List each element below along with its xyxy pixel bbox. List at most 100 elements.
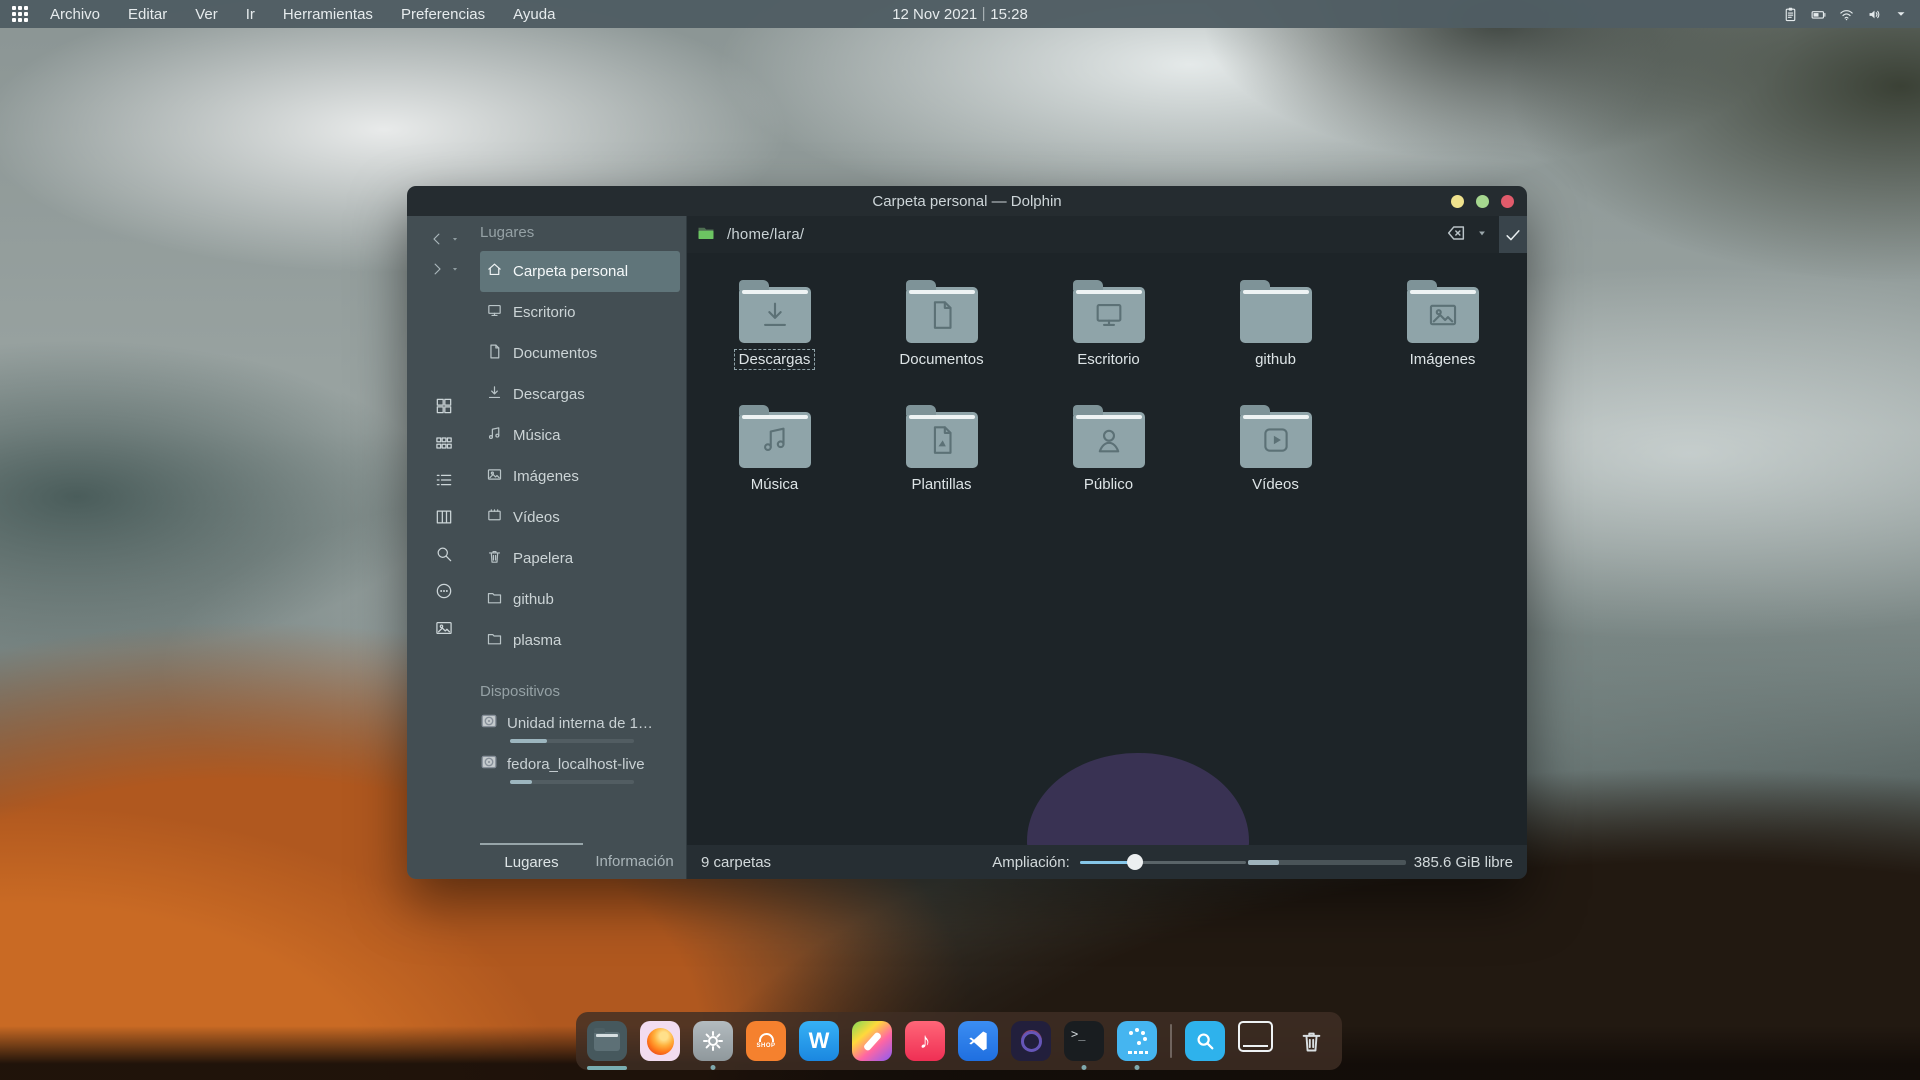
columns-view-icon[interactable] [434, 507, 454, 527]
dock-blue-dots-app-icon[interactable] [1117, 1021, 1157, 1061]
folder-item-documentos[interactable]: Documentos [858, 279, 1025, 398]
sidebar-item-escritorio[interactable]: Escritorio [480, 292, 680, 333]
free-space-bar [1248, 860, 1406, 865]
folder-item-escritorio[interactable]: Escritorio [1025, 279, 1192, 398]
dock-terminal-icon[interactable]: >_ [1064, 1021, 1104, 1061]
places-header: Lugares [480, 224, 686, 241]
sidebar-item-label: plasma [513, 632, 561, 649]
volume-icon[interactable] [1866, 6, 1883, 23]
apps-grid-icon[interactable] [12, 6, 28, 22]
device-item[interactable]: Unidad interna de 1… [480, 710, 686, 743]
sidebar-item-plasma[interactable]: plasma [480, 620, 680, 661]
folder-icon [1073, 287, 1145, 343]
sidebar-item-label: Música [513, 427, 561, 444]
sidebar-item-label: github [513, 591, 554, 608]
dock-search-icon[interactable] [1185, 1021, 1225, 1061]
clock[interactable]: 12 Nov 2021 15:28 [892, 0, 1028, 28]
menu-herramientas[interactable]: Herramientas [283, 6, 373, 23]
sidebar-item-imágenes[interactable]: Imágenes [480, 456, 680, 497]
video-icon [486, 507, 503, 528]
folder-item-imágenes[interactable]: Imágenes [1359, 279, 1526, 398]
dock-paint-app-icon[interactable] [852, 1021, 892, 1061]
zoom-slider[interactable] [1080, 854, 1246, 870]
folder-item-github[interactable]: github [1192, 279, 1359, 398]
folder-icon [486, 589, 503, 610]
location-bar[interactable]: /home/lara/ [687, 216, 1527, 253]
location-dropdown-icon[interactable] [1475, 226, 1489, 244]
sidebar-item-vídeos[interactable]: Vídeos [480, 497, 680, 538]
dock-app-store-icon[interactable]: SHOP [746, 1021, 786, 1061]
history-dropdown-icon[interactable] [450, 264, 460, 274]
folder-green-icon [697, 224, 715, 246]
icons-view-icon[interactable] [434, 396, 454, 416]
dock-music-app-icon[interactable]: ♪ [905, 1021, 945, 1061]
folder-item-vídeos[interactable]: Vídeos [1192, 404, 1359, 523]
sidebar-item-github[interactable]: github [480, 579, 680, 620]
dock-file-manager-icon[interactable] [587, 1021, 627, 1061]
battery-icon[interactable] [1810, 6, 1827, 23]
forward-button[interactable] [428, 254, 460, 284]
folder-view[interactable]: DescargasDocumentosEscritoriogithub Imáge… [687, 253, 1527, 845]
document-glyph-icon [925, 298, 959, 336]
close-button[interactable] [1501, 195, 1514, 208]
compact-view-icon[interactable] [434, 433, 454, 453]
clear-text-icon[interactable] [1445, 222, 1467, 248]
dock-media-player-icon[interactable] [1011, 1021, 1051, 1061]
left-icon [428, 230, 446, 248]
preview-icon[interactable] [434, 618, 454, 638]
folder-item-música[interactable]: Música [691, 404, 858, 523]
devices-header: Dispositivos [480, 683, 686, 700]
trash-icon [486, 548, 503, 569]
folder-icon [1407, 287, 1479, 343]
active-app-indicator [587, 1066, 627, 1070]
desktop-wallpaper: Archivo Editar Ver Ir Herramientas Preferenci… [0, 0, 1920, 1080]
clipboard-icon[interactable] [1782, 6, 1799, 23]
sidebar-tabs: LugaresInformación [480, 843, 686, 879]
sidebar-item-papelera[interactable]: Papelera [480, 538, 680, 579]
window-controls [1451, 186, 1514, 216]
menu-ayuda[interactable]: Ayuda [513, 6, 555, 23]
folder-label: Imágenes [1406, 350, 1480, 369]
folder-icon [906, 287, 978, 343]
minimize-button[interactable] [1451, 195, 1464, 208]
wifi-icon[interactable] [1838, 6, 1855, 23]
menu-ir[interactable]: Ir [246, 6, 255, 23]
dock-firefox-icon[interactable] [640, 1021, 680, 1061]
side-toolbar [407, 216, 480, 879]
dock-wps-writer-icon[interactable]: W [799, 1021, 839, 1061]
back-button[interactable] [428, 224, 460, 254]
location-path[interactable]: /home/lara/ [727, 226, 804, 243]
sidebar-item-descargas[interactable]: Descargas [480, 374, 680, 415]
folder-item-público[interactable]: Público [1025, 404, 1192, 523]
menu-ver[interactable]: Ver [195, 6, 218, 23]
folder-item-descargas[interactable]: Descargas [691, 279, 858, 398]
dock-settings-icon[interactable] [693, 1021, 733, 1061]
search-icon[interactable] [434, 544, 454, 564]
folder-item-plantillas[interactable]: Plantillas [858, 404, 1025, 523]
document-icon [486, 343, 503, 364]
music-icon [486, 425, 503, 446]
top-menubar: Archivo Editar Ver Ir Herramientas Preferenci… [0, 0, 1920, 28]
panel-tab-lugares[interactable]: Lugares [480, 843, 583, 879]
folder-icon [1240, 287, 1312, 343]
menu-editar[interactable]: Editar [128, 6, 167, 23]
maximize-button[interactable] [1476, 195, 1489, 208]
chevron-down-icon[interactable] [1894, 7, 1908, 21]
window-titlebar[interactable]: Carpeta personal — Dolphin [407, 186, 1527, 216]
dock-show-desktop-icon[interactable] [1238, 1021, 1278, 1061]
panel-tab-información[interactable]: Información [583, 843, 686, 879]
status-icon[interactable] [434, 581, 454, 601]
menu-archivo[interactable]: Archivo [50, 6, 100, 23]
device-item[interactable]: fedora_localhost-live [480, 751, 686, 784]
details-view-icon[interactable] [434, 470, 454, 490]
sidebar-item-música[interactable]: Música [480, 415, 680, 456]
device-label: Unidad interna de 1… [507, 715, 653, 732]
menu-preferencias[interactable]: Preferencias [401, 6, 485, 23]
dock-trash-icon[interactable] [1291, 1021, 1331, 1061]
sidebar-item-documentos[interactable]: Documentos [480, 333, 680, 374]
sidebar-item-carpeta-personal[interactable]: Carpeta personal [480, 251, 680, 292]
dock-vscode-icon[interactable] [958, 1021, 998, 1061]
folder-label: Música [747, 475, 803, 494]
history-dropdown-icon[interactable] [450, 234, 460, 244]
apply-location-button[interactable] [1499, 216, 1527, 253]
